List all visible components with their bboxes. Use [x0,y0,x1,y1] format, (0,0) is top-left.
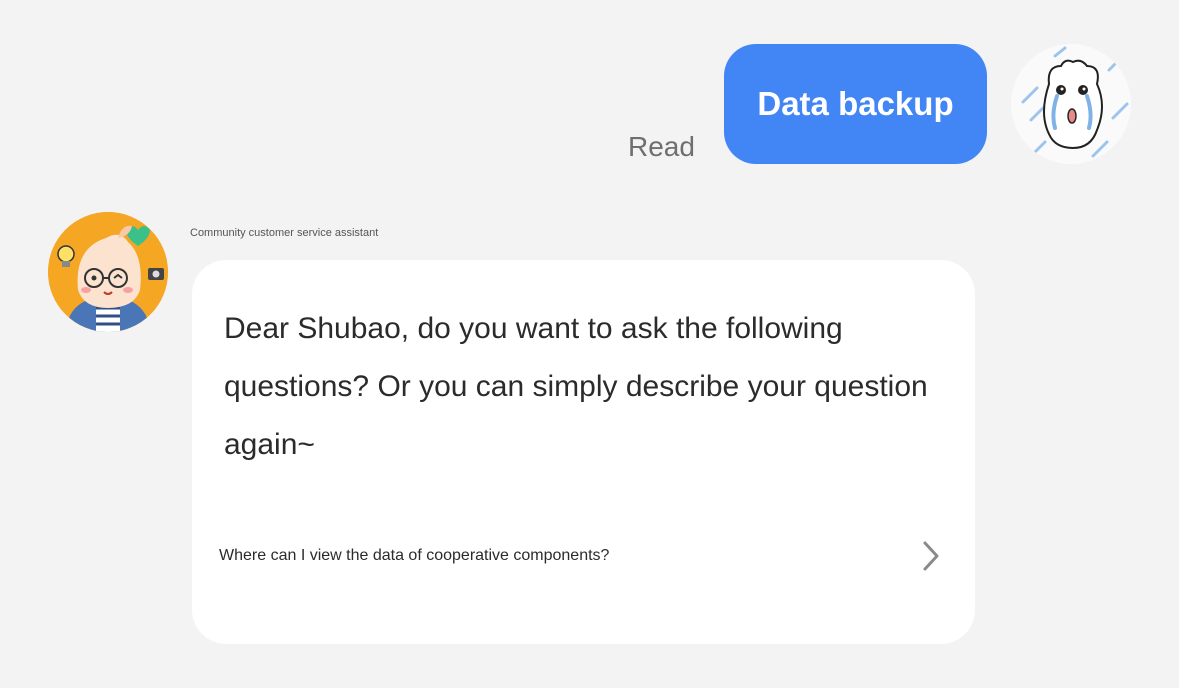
crying-blob-avatar-icon [1011,44,1131,164]
read-status: Read [628,131,695,162]
cartoon-girl-avatar-icon [48,212,168,332]
user-avatar[interactable] [1011,44,1131,164]
assistant-message-bubble: Dear Shubao, do you want to ask the foll… [192,260,975,644]
suggested-question-item[interactable]: Where can I view the data of cooperative… [192,532,975,580]
user-message-bubble[interactable]: Data backup [724,44,987,164]
sender-name: Community customer service assistant [190,227,379,239]
user-message-text: Data backup [757,85,954,122]
assistant-message-text: Dear Shubao, do you want to ask the foll… [224,312,928,461]
chevron-right-icon [919,538,943,574]
assistant-avatar[interactable] [48,212,168,332]
suggested-question-label: Where can I view the data of cooperative… [219,547,610,564]
